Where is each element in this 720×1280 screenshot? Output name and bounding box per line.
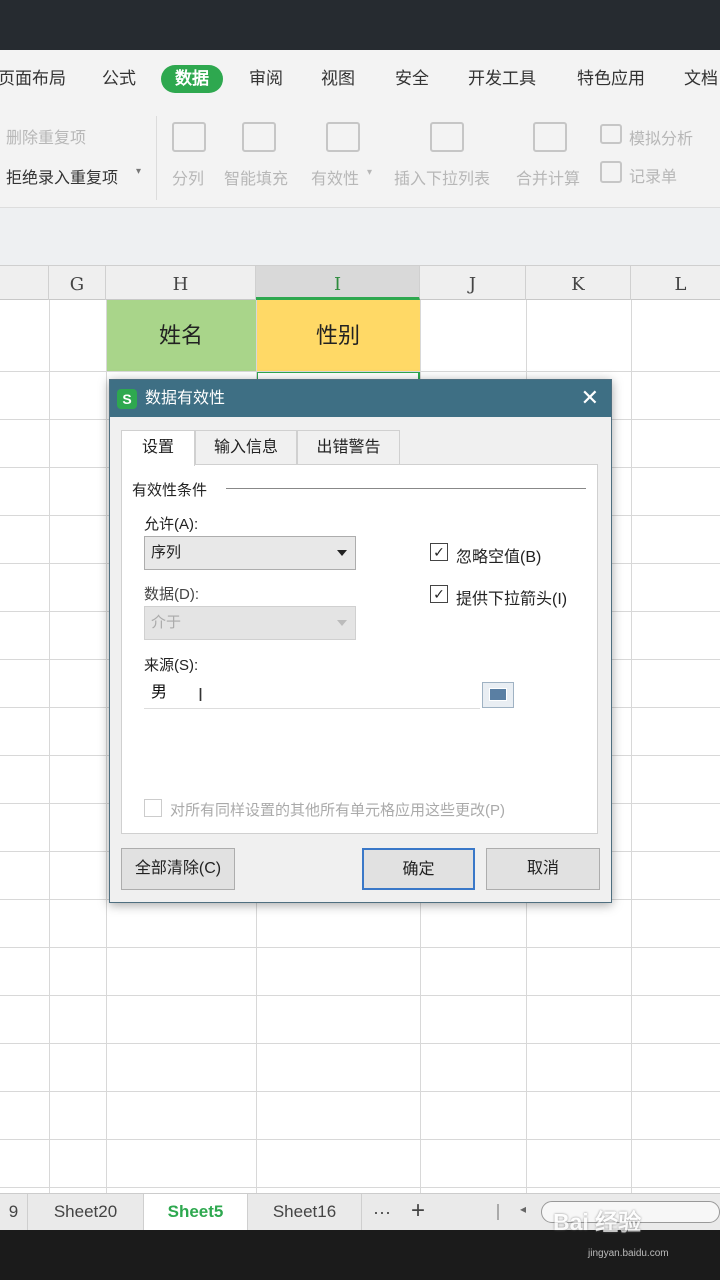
range-picker-icon xyxy=(489,688,507,701)
menu-review[interactable]: 审阅 xyxy=(249,65,283,93)
grid-line xyxy=(0,1091,720,1092)
close-icon[interactable]: ✕ xyxy=(581,384,599,412)
tab-input-message[interactable]: 输入信息 xyxy=(195,430,297,464)
column-header[interactable] xyxy=(0,266,49,300)
chevron-down-icon: ▾ xyxy=(136,166,142,177)
add-sheet-icon[interactable]: + xyxy=(411,1194,425,1228)
remove-duplicates-button[interactable]: 删除重复项 xyxy=(6,124,86,148)
settings-panel: 有效性条件 允许(A): 序列 ✓ 忽略空值(B) ✓ 提供下拉箭头(I) 数据… xyxy=(121,464,598,834)
record-sheet-icon xyxy=(600,161,622,183)
ignore-blank-label[interactable]: 忽略空值(B) xyxy=(456,543,541,567)
chevron-down-icon xyxy=(337,550,347,556)
column-header-g[interactable]: G xyxy=(49,266,106,300)
dialog-title: 数据有效性 xyxy=(145,390,226,407)
tab-error-alert[interactable]: 出错警告 xyxy=(297,430,400,464)
cell-gender-header[interactable]: 性别 xyxy=(256,300,420,371)
dialog-titlebar[interactable]: S 数据有效性 ✕ xyxy=(110,380,611,417)
formula-bar[interactable] xyxy=(0,208,720,266)
group-label-criteria: 有效性条件 xyxy=(132,482,208,499)
allow-label: 允许(A): xyxy=(144,516,199,533)
sheet-tab-sheet5[interactable]: Sheet5 xyxy=(144,1194,248,1230)
ignore-blank-checkbox[interactable]: ✓ xyxy=(430,543,448,561)
watermark-url: jingyan.baidu.com xyxy=(588,1248,669,1259)
source-input[interactable]: 男 xyxy=(144,677,480,709)
splitter-handle[interactable] xyxy=(497,1204,499,1220)
record-sheet-button[interactable]: 记录单 xyxy=(629,163,677,187)
watermark-brand: Bai 经验 xyxy=(553,1209,642,1235)
grid-line xyxy=(631,300,632,1193)
menu-bar: 页面布局 公式 数据 审阅 视图 安全 开发工具 特色应用 文档 xyxy=(0,50,720,108)
split-columns-icon xyxy=(172,122,206,152)
more-sheets-icon[interactable]: ··· xyxy=(373,1194,391,1230)
data-validity-dialog: S 数据有效性 ✕ 设置 输入信息 出错警告 有效性条件 允许(A): 序列 ✓… xyxy=(109,379,612,903)
validity-icon xyxy=(326,122,360,152)
tab-settings[interactable]: 设置 xyxy=(121,430,195,466)
text-cursor-icon: I xyxy=(198,685,204,705)
menu-data[interactable]: 数据 xyxy=(161,65,223,93)
sheet-tab-sheet16[interactable]: Sheet16 xyxy=(248,1194,362,1230)
grid-line xyxy=(106,300,107,1193)
window-titlebar xyxy=(0,0,720,50)
validity-button[interactable]: 有效性 xyxy=(311,165,359,189)
column-header-l[interactable]: L xyxy=(631,266,720,300)
menu-formulas[interactable]: 公式 xyxy=(102,65,136,93)
consolidate-button[interactable]: 合并计算 xyxy=(516,165,580,189)
menu-security[interactable]: 安全 xyxy=(395,65,429,93)
grid-line xyxy=(0,995,720,996)
grid-line xyxy=(0,1187,720,1188)
wps-logo-icon: S xyxy=(117,389,137,409)
menu-view[interactable]: 视图 xyxy=(321,65,355,93)
insert-dropdown-button[interactable]: 插入下拉列表 xyxy=(394,165,490,189)
split-button[interactable]: 分列 xyxy=(172,165,204,189)
dropdown-arrow-checkbox[interactable]: ✓ xyxy=(430,585,448,603)
data-label: 数据(D): xyxy=(144,586,199,603)
column-header-i[interactable]: I xyxy=(256,266,420,300)
chevron-down-icon xyxy=(337,620,347,626)
allow-select[interactable]: 序列 xyxy=(144,536,356,570)
menu-developer[interactable]: 开发工具 xyxy=(468,65,536,93)
column-header-k[interactable]: K xyxy=(526,266,631,300)
cancel-button[interactable]: 取消 xyxy=(486,848,600,890)
data-select-value: 介于 xyxy=(151,614,182,631)
consolidate-icon xyxy=(533,122,567,152)
column-header-row: G H I J K L xyxy=(0,266,720,300)
dropdown-arrow-label[interactable]: 提供下拉箭头(I) xyxy=(456,585,567,609)
grid-line xyxy=(0,1043,720,1044)
smart-fill-button[interactable]: 智能填充 xyxy=(224,165,288,189)
what-if-icon xyxy=(600,124,622,144)
range-picker-button[interactable] xyxy=(482,682,514,708)
column-header-j[interactable]: J xyxy=(420,266,526,300)
smart-fill-icon xyxy=(242,122,276,152)
source-input-value: 男 xyxy=(151,684,168,701)
ribbon-separator xyxy=(156,116,157,200)
allow-select-value: 序列 xyxy=(151,544,182,561)
menu-special[interactable]: 特色应用 xyxy=(577,65,645,93)
apply-all-checkbox xyxy=(144,799,162,817)
data-select: 介于 xyxy=(144,606,356,640)
grid-line xyxy=(0,371,720,372)
ribbon-toolbar: 删除重复项 拒绝录入重复项 ▾ 分列 智能填充 有效性 ▾ 插入下拉列表 合并计… xyxy=(0,108,720,208)
sheet-tab[interactable]: 9 xyxy=(0,1194,28,1230)
menu-document[interactable]: 文档 xyxy=(684,65,718,93)
group-divider xyxy=(226,488,586,489)
what-if-button[interactable]: 模拟分析 xyxy=(629,125,693,149)
scroll-left-icon[interactable]: ◂ xyxy=(520,1202,526,1216)
insert-dropdown-icon xyxy=(430,122,464,152)
source-label: 来源(S): xyxy=(144,657,199,674)
clear-all-button[interactable]: 全部清除(C) xyxy=(121,848,235,890)
apply-all-label: 对所有同样设置的其他所有单元格应用这些更改(P) xyxy=(170,802,505,819)
grid-line xyxy=(0,947,720,948)
menu-page-layout[interactable]: 页面布局 xyxy=(0,65,66,93)
chevron-down-icon: ▾ xyxy=(367,167,373,178)
cell-name-header[interactable]: 姓名 xyxy=(106,300,256,371)
sheet-tab-sheet20[interactable]: Sheet20 xyxy=(28,1194,144,1230)
reject-duplicates-button[interactable]: 拒绝录入重复项 xyxy=(6,164,118,188)
grid-line xyxy=(49,300,50,1193)
grid-line xyxy=(0,1139,720,1140)
column-header-h[interactable]: H xyxy=(106,266,256,300)
ok-button[interactable]: 确定 xyxy=(362,848,475,890)
